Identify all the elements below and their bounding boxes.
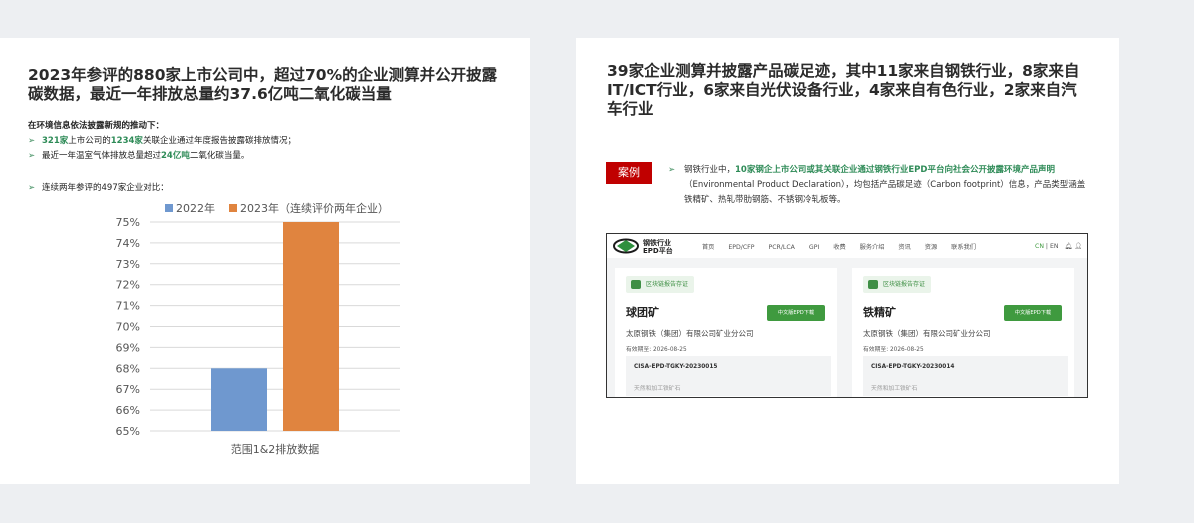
blockchain-chip: 区块链报告存证: [626, 276, 695, 293]
case-badge: 案例: [606, 162, 652, 184]
nav-fees[interactable]: 收费: [833, 244, 845, 251]
valid-until: 有效期至: 2026-08-25: [626, 347, 687, 353]
y-tick-label: 71%: [116, 300, 140, 313]
arrow-icon: ➢: [668, 165, 676, 175]
nav-resources[interactable]: 资源: [925, 244, 937, 251]
x-category-label: 范围1&2排放数据: [231, 442, 320, 456]
y-tick-label: 70%: [116, 321, 140, 334]
highlight-1234: 1234家: [110, 136, 143, 146]
bullet-text: 连续两年参评的497家企业对比：: [42, 183, 169, 193]
logo-icon: 钢铁行业 EPD平台: [613, 238, 673, 255]
y-tick-label: 65%: [116, 425, 140, 438]
site-nav-menu: 首页 EPD/CFP PCR/LCA GPI 收费 服务介绍 资讯 资源 联系我们: [702, 242, 990, 251]
nav-epd-cfp[interactable]: EPD/CFP: [728, 244, 754, 251]
nav-news[interactable]: 资讯: [898, 244, 910, 251]
chip-label: 区块链报告存证: [883, 281, 926, 288]
nav-services[interactable]: 服务介绍: [860, 244, 885, 251]
y-tick-label: 68%: [116, 362, 140, 375]
language-switch: CN | EN 🔔︎ 👤︎: [1035, 242, 1082, 250]
site-navbar: 钢铁行业 EPD平台 首页 EPD/CFP PCR/LCA GPI 收费 服务介绍 资讯 资源…: [607, 234, 1087, 258]
epd-code-box: CISA-EPD-TGKY-20230014 天然和加工铁矿石: [863, 356, 1068, 396]
nav-contact[interactable]: 联系我们: [951, 244, 976, 251]
download-epd-button[interactable]: 中文版EPD下载: [1004, 305, 1062, 321]
bullet-text: 二氧化碳当量。: [189, 151, 250, 161]
lang-separator: |: [1045, 243, 1049, 250]
epd-desc: 天然和加工铁矿石: [871, 386, 918, 392]
bullet-item: ➢ 321家上市公司的1234家关联企业通过年度报告披露碳排放情况；: [28, 134, 488, 149]
certificate-icon: [631, 280, 641, 289]
chart-svg: 2022年 2023年（连续评价两年企业） 65% 66% 67% 68% 69% 70% 71…: [116, 201, 400, 456]
blockchain-chip: 区块链报告存证: [863, 276, 932, 293]
epd-card-2[interactable]: 区块链报告存证 铁精矿 中文版EPD下载 太原钢铁（集团）有限公司矿业分公司 有…: [852, 268, 1074, 397]
epd-code: CISA-EPD-TGKY-20230014: [871, 364, 955, 370]
arrow-icon: ➢: [28, 151, 36, 161]
context-block: 在环境信息依法披露新规的推动下： ➢ 321家上市公司的1234家关联企业通过年度…: [28, 119, 488, 164]
case-text: ➢ 钢铁行业中，10家钢企上市公司或其关联企业通过钢铁行业EPD平台向社会公开披…: [668, 163, 1086, 208]
epd-code-box: CISA-EPD-TGKY-20230015 天然和加工铁矿石: [626, 356, 831, 396]
logo-line2: EPD平台: [643, 246, 673, 254]
legend-label: 2023年（连续评价两年企业）: [240, 201, 389, 215]
highlight-24: 24亿吨: [161, 151, 190, 161]
arrow-icon: ➢: [28, 183, 36, 193]
y-tick-label: 66%: [116, 404, 140, 417]
epd-code: CISA-EPD-TGKY-20230015: [634, 364, 718, 370]
company-name: 太原钢铁（集团）有限公司矿业分公司: [626, 329, 754, 338]
left-slide: 2023年参评的880家上市公司中，超过70%的企业测算并公开披露碳数据，最近一…: [0, 38, 530, 484]
right-slide: 39家企业测算并披露产品碳足迹，其中11家来自钢铁行业，8家来自IT/ICT行业…: [576, 38, 1119, 484]
legend-label: 2022年: [176, 201, 215, 215]
right-title: 39家企业测算并披露产品碳足迹，其中11家来自钢铁行业，8家来自IT/ICT行业…: [607, 62, 1080, 118]
legend-swatch: [229, 204, 237, 212]
y-tick-label: 67%: [116, 383, 140, 396]
product-title: 球团矿: [626, 306, 659, 319]
valid-until: 有效期至: 2026-08-25: [863, 347, 924, 353]
nav-home[interactable]: 首页: [702, 244, 714, 251]
y-tick-label: 69%: [116, 341, 140, 354]
user-icon[interactable]: 👤︎: [1074, 243, 1082, 250]
arrow-icon: ➢: [28, 136, 36, 146]
case-highlight: 10家钢企上市公司或其关联企业通过钢铁行业EPD平台向社会公开披露环境产品声明: [735, 165, 1055, 175]
bar-2022: [211, 368, 267, 431]
lang-cn[interactable]: CN: [1035, 243, 1044, 250]
bullet-text: 关联企业通过年度报告披露碳排放情况；: [142, 136, 296, 146]
context-heading: 在环境信息依法披露新规的推动下：: [28, 121, 165, 131]
lang-en[interactable]: EN: [1050, 243, 1059, 250]
bullet-text: 上市公司的: [68, 136, 111, 146]
y-tick-label: 73%: [116, 258, 140, 271]
bullet-text: 最近一年温室气体排放总量超过: [42, 151, 162, 161]
company-name: 太原钢铁（集团）有限公司矿业分公司: [863, 329, 991, 338]
certificate-icon: [868, 280, 878, 289]
bullet-item: ➢ 最近一年温室气体排放总量超过24亿吨二氧化碳当量。: [28, 149, 488, 164]
bar-chart: 2022年 2023年（连续评价两年企业） 65% 66% 67% 68% 69% 70% 71…: [90, 196, 420, 458]
nav-gpi[interactable]: GPI: [809, 244, 819, 251]
bullet-item: ➢ 连续两年参评的497家企业对比：: [28, 181, 488, 196]
product-title: 铁精矿: [863, 306, 896, 319]
nav-pcr-lca[interactable]: PCR/LCA: [768, 244, 794, 251]
bell-icon[interactable]: 🔔︎: [1065, 243, 1073, 250]
legend-swatch: [165, 204, 173, 212]
epd-website-screenshot: 钢铁行业 EPD平台 首页 EPD/CFP PCR/LCA GPI 收费 服务介绍 资讯 资源…: [606, 233, 1088, 398]
bar-2023: [283, 222, 339, 431]
y-tick-label: 75%: [116, 216, 140, 229]
chip-label: 区块链报告存证: [646, 281, 689, 288]
left-title: 2023年参评的880家上市公司中，超过70%的企业测算并公开披露碳数据，最近一…: [28, 66, 498, 103]
y-tick-label: 72%: [116, 279, 140, 292]
logo-line1: 钢铁行业: [643, 238, 671, 247]
epd-card-1[interactable]: 区块链报告存证 球团矿 中文版EPD下载 太原钢铁（集团）有限公司矿业分公司 有…: [615, 268, 837, 397]
site-logo[interactable]: 钢铁行业 EPD平台: [613, 238, 693, 255]
case-pre: 钢铁行业中，: [684, 165, 736, 175]
download-epd-button[interactable]: 中文版EPD下载: [767, 305, 825, 321]
highlight-321: 321家: [42, 136, 69, 146]
epd-desc: 天然和加工铁矿石: [634, 386, 681, 392]
case-rest: （Environmental Product Declaration），均包括产…: [684, 180, 1086, 205]
y-tick-label: 74%: [116, 237, 140, 250]
